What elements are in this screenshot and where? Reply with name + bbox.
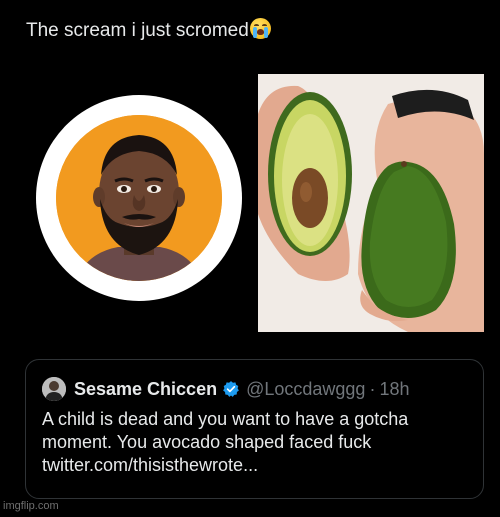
avocado-photo-image[interactable] [258, 74, 484, 332]
avatar-portrait-image [56, 115, 222, 281]
quote-author-handle[interactable]: @Loccdawggg [246, 379, 365, 400]
quote-avatar[interactable] [42, 377, 66, 401]
quote-tweet-card[interactable]: Sesame Chiccen @Loccdawggg · 18h A child… [25, 359, 484, 499]
avocado-photo-icon [258, 74, 484, 332]
quote-line: A child is dead and you want to have a g… [42, 409, 409, 429]
loudly-crying-face-emoji-icon [249, 18, 271, 39]
quote-separator: · [369, 378, 376, 399]
avatar-image[interactable] [36, 95, 242, 301]
man-portrait-icon [56, 115, 222, 281]
quote-author-name[interactable]: Sesame Chiccen [74, 379, 217, 400]
verified-badge-icon [222, 380, 240, 398]
post-text-label: The scream i just scromed [26, 20, 249, 41]
quote-line: moment. You avocado shaped faced fuck [42, 432, 372, 452]
meme-page: The scream i just scromed Sesame Chiccen… [0, 0, 500, 517]
quote-body: A child is dead and you want to have a g… [42, 408, 472, 477]
quote-header: Sesame Chiccen @Loccdawggg · 18h [42, 376, 409, 402]
watermark: imgflip.com [3, 500, 59, 512]
post-text: The scream i just scromed [26, 18, 271, 44]
quote-timestamp[interactable]: 18h [379, 379, 409, 400]
user-avatar-icon [42, 377, 66, 401]
quote-link[interactable]: twitter.com/thisisthewrote... [42, 454, 472, 477]
